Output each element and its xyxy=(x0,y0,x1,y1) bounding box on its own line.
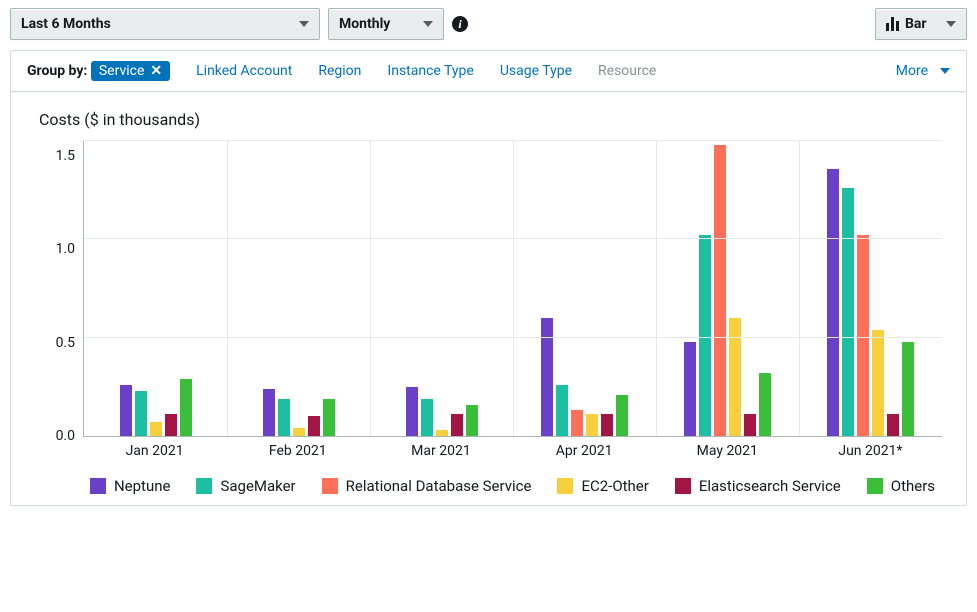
bar[interactable] xyxy=(135,391,147,436)
bar[interactable] xyxy=(451,414,463,436)
more-label: More xyxy=(896,63,928,79)
legend-item[interactable]: Relational Database Service xyxy=(322,477,532,495)
legend-swatch xyxy=(90,478,106,494)
x-tick: May 2021 xyxy=(656,437,799,459)
month-group xyxy=(799,141,942,436)
legend-swatch xyxy=(557,478,573,494)
legend-item[interactable]: EC2-Other xyxy=(557,477,648,495)
legend-swatch xyxy=(867,478,883,494)
bar[interactable] xyxy=(827,169,839,436)
legend-item[interactable]: SageMaker xyxy=(196,477,295,495)
legend-item[interactable]: Others xyxy=(867,477,935,495)
y-tick: 1.0 xyxy=(56,241,75,257)
legend-item[interactable]: Elasticsearch Service xyxy=(675,477,841,495)
group-by-more[interactable]: More xyxy=(896,63,950,79)
bar[interactable] xyxy=(323,399,335,436)
granularity-value: Monthly xyxy=(339,16,390,32)
bar[interactable] xyxy=(744,414,756,436)
legend-item[interactable]: Neptune xyxy=(90,477,171,495)
bar[interactable] xyxy=(436,430,448,436)
legend-swatch xyxy=(196,478,212,494)
month-group xyxy=(513,141,656,436)
group-by-region[interactable]: Region xyxy=(318,63,361,79)
chart-type-dropdown[interactable]: Bar xyxy=(875,8,967,40)
month-group xyxy=(84,141,227,436)
y-tick: 0.5 xyxy=(56,335,75,351)
x-tick: Jun 2021* xyxy=(799,437,942,459)
chart-panel: Costs ($ in thousands) 1.5 1.0 0.5 0.0 Jan … xyxy=(10,92,967,506)
bar[interactable] xyxy=(466,405,478,436)
group-by-usage-type[interactable]: Usage Type xyxy=(500,63,572,79)
bar[interactable] xyxy=(586,414,598,436)
bar[interactable] xyxy=(714,145,726,436)
granularity-dropdown[interactable]: Monthly xyxy=(328,8,444,40)
bar[interactable] xyxy=(842,188,854,436)
bar[interactable] xyxy=(150,422,162,436)
chevron-down-icon xyxy=(946,21,956,27)
legend: Neptune SageMaker Relational Database Serv… xyxy=(83,477,942,495)
month-group xyxy=(370,141,513,436)
chevron-down-icon xyxy=(423,21,433,27)
bar[interactable] xyxy=(421,399,433,436)
x-axis-labels: Jan 2021Feb 2021Mar 2021Apr 2021May 2021… xyxy=(83,437,942,459)
plot xyxy=(83,141,942,437)
bar[interactable] xyxy=(406,387,418,436)
legend-label: SageMaker xyxy=(220,477,295,495)
legend-label: EC2-Other xyxy=(581,477,648,495)
x-tick: Apr 2021 xyxy=(513,437,656,459)
bar[interactable] xyxy=(872,330,884,436)
y-tick: 1.5 xyxy=(56,148,75,164)
x-tick: Feb 2021 xyxy=(226,437,369,459)
bar[interactable] xyxy=(293,428,305,436)
y-tick: 0.0 xyxy=(56,428,75,444)
bar[interactable] xyxy=(120,385,132,436)
bar[interactable] xyxy=(887,414,899,436)
legend-label: Others xyxy=(891,477,935,495)
legend-label: Relational Database Service xyxy=(346,477,532,495)
group-by-linked-account[interactable]: Linked Account xyxy=(196,63,292,79)
bar[interactable] xyxy=(902,342,914,436)
bar[interactable] xyxy=(263,389,275,436)
legend-swatch xyxy=(675,478,691,494)
y-axis: 1.51.00.50.0 xyxy=(35,141,83,437)
chart-type-value: Bar xyxy=(905,16,927,32)
chip-label: Service xyxy=(99,63,145,79)
legend-swatch xyxy=(322,478,338,494)
close-icon[interactable]: ✕ xyxy=(150,63,162,79)
plot-area: 1.51.00.50.0 xyxy=(35,141,942,437)
bar[interactable] xyxy=(180,379,192,436)
x-tick: Jan 2021 xyxy=(83,437,226,459)
chart-title: Costs ($ in thousands) xyxy=(39,110,942,129)
bar[interactable] xyxy=(571,410,583,436)
bar-chart-icon xyxy=(886,17,899,31)
month-group xyxy=(656,141,799,436)
bar[interactable] xyxy=(616,395,628,436)
time-range-value: Last 6 Months xyxy=(21,16,111,32)
bar[interactable] xyxy=(308,416,320,436)
time-range-dropdown[interactable]: Last 6 Months xyxy=(10,8,320,40)
chevron-down-icon xyxy=(299,21,309,27)
group-by-instance-type[interactable]: Instance Type xyxy=(387,63,473,79)
month-group xyxy=(227,141,370,436)
bar[interactable] xyxy=(556,385,568,436)
group-by-label: Group by: Service ✕ xyxy=(27,61,170,81)
bar[interactable] xyxy=(165,414,177,436)
info-icon[interactable]: i xyxy=(452,16,468,32)
group-by-chip-service[interactable]: Service ✕ xyxy=(91,61,170,81)
x-tick: Mar 2021 xyxy=(369,437,512,459)
chevron-down-icon xyxy=(940,68,950,74)
bar[interactable] xyxy=(759,373,771,436)
bar[interactable] xyxy=(278,399,290,436)
group-by-resource: Resource xyxy=(598,63,656,79)
legend-label: Neptune xyxy=(114,477,171,495)
top-controls: Last 6 Months Monthly i Bar xyxy=(10,8,967,40)
legend-label: Elasticsearch Service xyxy=(699,477,841,495)
bar[interactable] xyxy=(601,414,613,436)
group-by-bar: Group by: Service ✕ Linked Account Regio… xyxy=(10,50,967,92)
bar[interactable] xyxy=(684,342,696,436)
